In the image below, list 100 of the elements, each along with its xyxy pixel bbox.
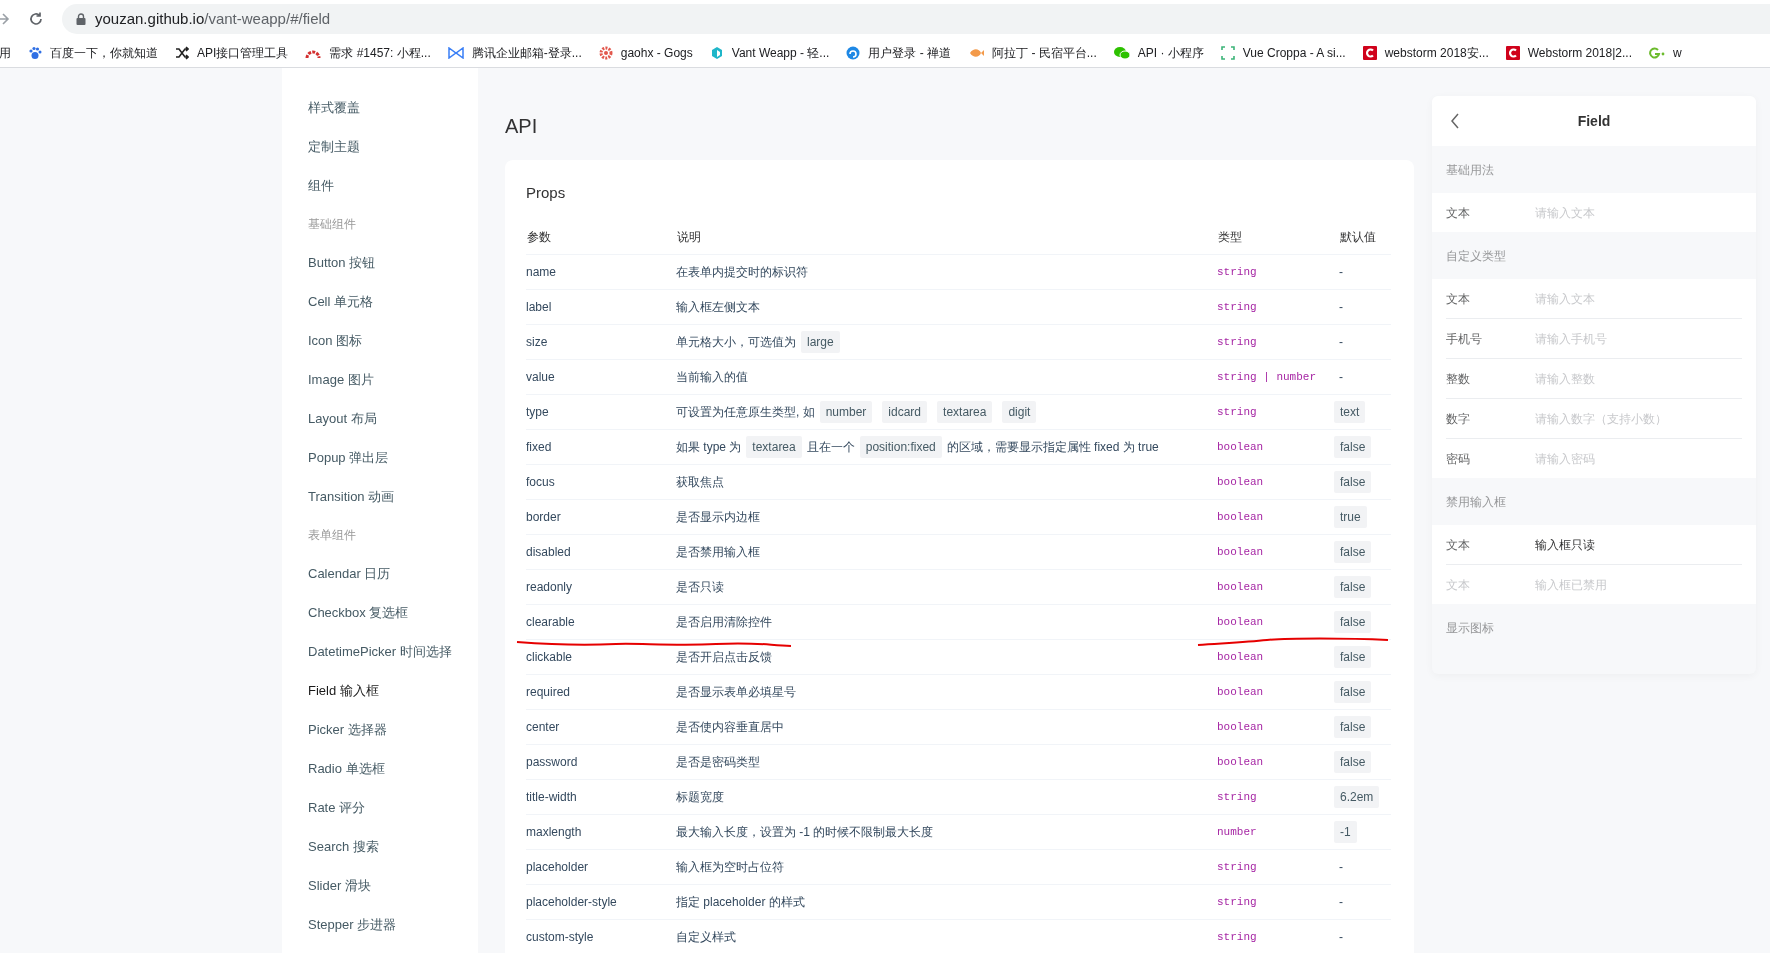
table-cell-text: 可设置为任意原生类型, 如 bbox=[676, 404, 815, 421]
input-field[interactable]: 输入框只读 bbox=[1535, 535, 1735, 554]
letter-g-icon bbox=[1649, 45, 1665, 60]
field-label: 文本 bbox=[1446, 290, 1471, 308]
url-text: youzan.github.io/vant-weapp/#/field bbox=[95, 8, 331, 29]
field-label: 文本 bbox=[1446, 204, 1471, 222]
table-cell-text: - bbox=[1339, 334, 1343, 351]
table-cell-text: 输入框为空时占位符 bbox=[676, 859, 784, 876]
inline-code: false bbox=[1334, 471, 1372, 493]
sidebar-item[interactable]: Icon 图标 bbox=[282, 321, 478, 360]
table-cell-text: - bbox=[1339, 264, 1343, 281]
bookmark[interactable]: 腾讯企业邮箱-登录... bbox=[447, 43, 582, 62]
column-header: 类型 bbox=[1217, 228, 1243, 246]
table-cell-text: 是否使内容垂直居中 bbox=[676, 719, 784, 736]
section-title: 自定义类型 bbox=[1445, 248, 1507, 265]
type-cell-text: boolean bbox=[1217, 544, 1265, 560]
table-cell-text: 且在一个 bbox=[806, 439, 855, 456]
type-cell-text: string | number bbox=[1217, 369, 1318, 385]
sidebar-item[interactable]: Calendar 日历 bbox=[282, 554, 478, 593]
sidebar-group-title: 表单组件 bbox=[307, 527, 357, 544]
bookmark[interactable]: API · 小程序 bbox=[1113, 43, 1204, 62]
bookmark[interactable]: w bbox=[1649, 43, 1682, 62]
inline-code: false bbox=[1334, 541, 1372, 563]
inline-code: large bbox=[801, 331, 840, 353]
table-cell-text: maxlength bbox=[526, 824, 583, 841]
table-cell-text: 获取焦点 bbox=[676, 474, 724, 491]
type-cell-text: boolean bbox=[1217, 684, 1265, 700]
sidebar-item[interactable]: DatetimePicker 时间选择 bbox=[282, 632, 478, 671]
table-cell-text: 是否是密码类型 bbox=[676, 754, 760, 771]
sidebar-item[interactable]: Slider 滑块 bbox=[282, 866, 478, 905]
bookmark[interactable]: 百度一下，你就知道 bbox=[28, 43, 158, 62]
sidebar-item[interactable]: Layout 布局 bbox=[282, 399, 478, 438]
table-cell-text: custom-style bbox=[526, 929, 595, 946]
type-cell-text: boolean bbox=[1217, 614, 1265, 630]
sidebar-item[interactable]: Transition 动画 bbox=[282, 477, 478, 516]
inline-code: false bbox=[1334, 436, 1372, 458]
type-cell-text: boolean bbox=[1217, 649, 1265, 665]
table-cell-text: border bbox=[526, 509, 562, 526]
sidebar-item[interactable]: Search 搜索 bbox=[282, 827, 478, 866]
type-cell-text: boolean bbox=[1217, 579, 1265, 595]
field-label: 手机号 bbox=[1446, 330, 1483, 348]
sidebar-group-title: 基础组件 bbox=[307, 216, 357, 233]
field-cell[interactable]: 文本 输入框只读 bbox=[1432, 525, 1756, 564]
table-cell-text: placeholder bbox=[526, 859, 590, 876]
bookmark[interactable]: API接口管理工具 bbox=[175, 43, 289, 62]
letter-c-icon bbox=[1362, 45, 1377, 60]
table-cell-text: placeholder-style bbox=[526, 894, 618, 911]
bookmark[interactable]: Vue Croppa - A si... bbox=[1220, 43, 1346, 62]
type-cell-text: string bbox=[1217, 894, 1258, 910]
forward-icon[interactable] bbox=[0, 11, 10, 27]
field-label: 文本 bbox=[1446, 536, 1471, 554]
table-cell-text: required bbox=[526, 684, 572, 701]
nav-title: Field bbox=[1577, 111, 1611, 131]
sidebar-item[interactable]: 组件 bbox=[282, 166, 478, 205]
back-icon[interactable] bbox=[1450, 113, 1460, 129]
inline-code: textarea bbox=[746, 436, 802, 458]
table-cell-text: label bbox=[526, 299, 553, 316]
sidebar-item[interactable]: 定制主题 bbox=[282, 127, 478, 166]
sidebar-item[interactable]: Picker 选择器 bbox=[282, 710, 478, 749]
inline-code: false bbox=[1334, 646, 1372, 668]
address-bar[interactable]: youzan.github.io/vant-weapp/#/field bbox=[62, 4, 1770, 34]
sidebar-item[interactable]: 样式覆盖 bbox=[282, 88, 478, 127]
table-cell-text: disabled bbox=[526, 544, 572, 561]
bookmark[interactable]: 需求 #1457: 小程... bbox=[305, 43, 431, 62]
bookmark[interactable]: Vant Weapp - 轻... bbox=[709, 43, 830, 62]
section-title: 显示图标 bbox=[1445, 620, 1495, 637]
table-cell-text: 是否显示表单必填星号 bbox=[676, 684, 796, 701]
table-cell-text: - bbox=[1339, 859, 1343, 876]
bookmark[interactable]: 用户登录 - 禅道 bbox=[846, 43, 952, 62]
reload-icon[interactable] bbox=[28, 11, 44, 27]
table-cell-text: - bbox=[1339, 369, 1343, 386]
sidebar-item[interactable]: Image 图片 bbox=[282, 360, 478, 399]
fish-icon bbox=[968, 46, 985, 59]
table-cell-text: 标题宽度 bbox=[676, 789, 724, 806]
table-cell-text: size bbox=[526, 334, 549, 351]
table-cell-text: readonly bbox=[526, 579, 574, 596]
sidebar-item[interactable]: Rate 评分 bbox=[282, 788, 478, 827]
section-title: 基础用法 bbox=[1445, 162, 1495, 179]
inline-code: false bbox=[1334, 611, 1372, 633]
inline-code: textarea bbox=[937, 401, 993, 423]
bookmark[interactable]: 用 bbox=[0, 43, 11, 62]
inline-code: -1 bbox=[1334, 821, 1357, 843]
table-cell-text: - bbox=[1339, 299, 1343, 316]
sidebar-item[interactable]: Checkbox 复选框 bbox=[282, 593, 478, 632]
paw-icon bbox=[28, 45, 42, 60]
sidebar-item[interactable]: Popup 弹出层 bbox=[282, 438, 478, 477]
sidebar-item[interactable]: Field 输入框 bbox=[282, 671, 478, 710]
sidebar-item[interactable]: Radio 单选框 bbox=[282, 749, 478, 788]
column-header: 参数 bbox=[526, 228, 552, 246]
sidebar-item[interactable]: Stepper 步进器 bbox=[282, 905, 478, 944]
chat-bubble-icon bbox=[1113, 45, 1130, 60]
bookmark[interactable]: gaohx - Gogs bbox=[598, 43, 693, 62]
bookmark[interactable]: 阿拉丁 - 民宿平台... bbox=[968, 43, 1097, 62]
section-heading: API bbox=[505, 114, 539, 138]
bookmark[interactable]: Webstorm 2018|2... bbox=[1505, 43, 1632, 62]
table-cell-text: 的区域，需要显示指定属性 fixed 为 true bbox=[946, 439, 1159, 456]
letter-c-icon bbox=[1505, 45, 1520, 60]
sidebar-item[interactable]: Button 按钮 bbox=[282, 243, 478, 282]
sidebar-item[interactable]: Cell 单元格 bbox=[282, 282, 478, 321]
bookmark[interactable]: webstorm 2018安... bbox=[1362, 43, 1489, 62]
